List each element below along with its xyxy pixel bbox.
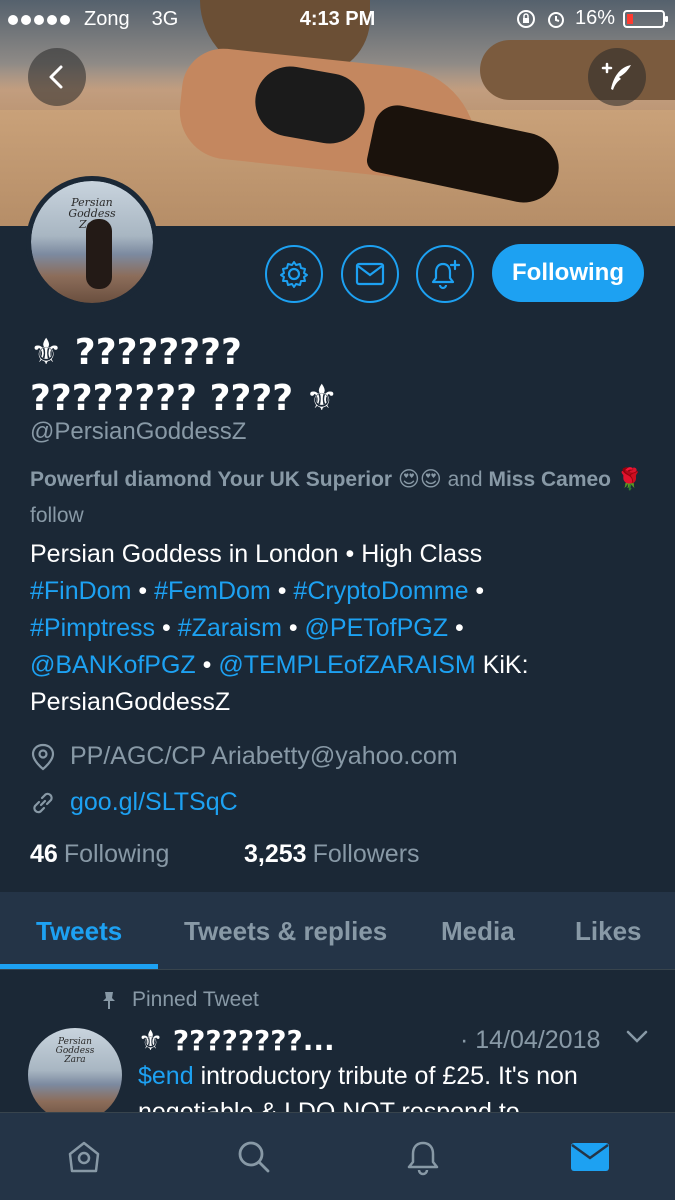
website-link[interactable]: goo.gl/SLTSqC bbox=[70, 788, 238, 817]
chevron-down-icon bbox=[626, 1030, 648, 1043]
compose-tweet-button[interactable] bbox=[588, 48, 646, 106]
status-bar: Zong 3G 4:13 PM 16% bbox=[0, 0, 675, 38]
tab-tweets-and-replies[interactable]: Tweets & replies bbox=[184, 916, 387, 947]
rotation-lock-icon bbox=[516, 9, 535, 28]
home-icon bbox=[68, 1141, 100, 1173]
battery-percent: 16% bbox=[574, 7, 615, 29]
profile-avatar[interactable]: Persian Goddess Zara bbox=[26, 176, 158, 308]
follow-counts: 46 Following 3,253 Followers bbox=[30, 840, 420, 869]
nav-notifications[interactable] bbox=[401, 1135, 445, 1179]
cashtag-link[interactable]: $end bbox=[138, 1062, 194, 1090]
compose-feather-icon bbox=[601, 62, 631, 90]
hashtag-link[interactable]: #FemDom bbox=[154, 577, 271, 605]
tweet-author-name[interactable]: ⚜ ????????... bbox=[138, 1024, 335, 1057]
nav-home[interactable] bbox=[62, 1135, 106, 1179]
location-text: PP/AGC/CP Ariabetty@yahoo.com bbox=[70, 742, 458, 770]
tab-likes[interactable]: Likes bbox=[575, 916, 642, 947]
pin-icon bbox=[103, 992, 115, 1009]
following-count-link[interactable]: 46 Following bbox=[30, 840, 169, 869]
profile-website[interactable]: goo.gl/SLTSqC bbox=[30, 788, 650, 817]
direct-message-button[interactable] bbox=[341, 245, 399, 303]
back-button[interactable] bbox=[28, 48, 86, 106]
following-button[interactable]: Following bbox=[492, 244, 644, 302]
profile-location: PP/AGC/CP Ariabetty@yahoo.com bbox=[30, 742, 650, 771]
mail-icon bbox=[571, 1143, 609, 1171]
hashtag-link[interactable]: #CryptoDomme bbox=[293, 577, 468, 605]
hashtag-link[interactable]: #FinDom bbox=[30, 577, 131, 605]
tweet-author-avatar[interactable]: Persian Goddess Zara bbox=[28, 1028, 122, 1122]
mutual-follower-2[interactable]: Miss Cameo bbox=[488, 468, 611, 491]
alarm-icon bbox=[547, 11, 564, 28]
battery-icon bbox=[623, 9, 668, 28]
tab-tweets[interactable]: Tweets bbox=[36, 916, 122, 947]
hashtag-link[interactable]: #Pimptress bbox=[30, 614, 155, 642]
profile-handle: @PersianGoddessZ bbox=[30, 418, 247, 445]
display-name-line-1: ⚜ ???????? bbox=[30, 332, 242, 373]
tweet-text: introductory tribute of £25. It's non ne… bbox=[138, 1062, 578, 1112]
tweet-body: $end introductory tribute of £25. It's n… bbox=[138, 1058, 658, 1112]
profile-tabs: Tweets Tweets & replies Media Likes bbox=[0, 892, 675, 970]
bell-plus-icon bbox=[431, 259, 461, 290]
tweet-options-button[interactable] bbox=[626, 1030, 648, 1049]
tweet-timestamp: · 14/04/2018 bbox=[460, 1026, 601, 1054]
mutual-emoji-1: 😍😍 bbox=[397, 468, 442, 491]
profile-display-name: ⚜ ???????? ???????? ???? ⚜ bbox=[30, 330, 650, 422]
active-tab-indicator bbox=[0, 964, 158, 969]
mutual-connector: and bbox=[447, 468, 483, 491]
mention-link[interactable]: @PETofPGZ bbox=[305, 614, 448, 642]
mention-link[interactable]: @TEMPLEofZARAISM bbox=[218, 651, 475, 679]
bio-kik-label: KiK: bbox=[482, 651, 529, 679]
mention-link[interactable]: @BANKofPGZ bbox=[30, 651, 196, 679]
bio-text: Persian Goddess in London • High Class bbox=[30, 540, 483, 568]
mutual-suffix: follow bbox=[30, 504, 84, 527]
profile-settings-button[interactable] bbox=[265, 245, 323, 303]
mutual-emoji-2: 🌹 bbox=[616, 468, 644, 491]
nav-search[interactable] bbox=[232, 1135, 276, 1179]
notifications-toggle-button[interactable] bbox=[416, 245, 474, 303]
chevron-left-icon bbox=[49, 65, 63, 89]
envelope-icon bbox=[355, 262, 385, 286]
tab-media[interactable]: Media bbox=[441, 916, 515, 947]
nav-messages[interactable] bbox=[568, 1135, 612, 1179]
display-name-line-2: ???????? ???? ⚜ bbox=[30, 378, 338, 419]
location-pin-icon bbox=[31, 743, 55, 770]
search-icon bbox=[238, 1141, 270, 1173]
mutual-follower-1[interactable]: Powerful diamond Your UK Superior bbox=[30, 468, 392, 491]
followers-count-link[interactable]: 3,253 Followers bbox=[244, 840, 420, 869]
link-icon bbox=[33, 792, 53, 813]
bell-icon bbox=[407, 1141, 439, 1176]
pinned-tweet-label: Pinned Tweet bbox=[100, 988, 259, 1012]
bottom-navigation bbox=[0, 1112, 675, 1200]
hashtag-link[interactable]: #Zaraism bbox=[178, 614, 282, 642]
followers-you-know[interactable]: Powerful diamond Your UK Superior 😍😍 and… bbox=[30, 462, 650, 534]
gear-icon bbox=[280, 261, 308, 288]
bio-kik-value: PersianGoddessZ bbox=[30, 688, 231, 716]
profile-bio: Persian Goddess in London • High Class #… bbox=[30, 540, 529, 716]
